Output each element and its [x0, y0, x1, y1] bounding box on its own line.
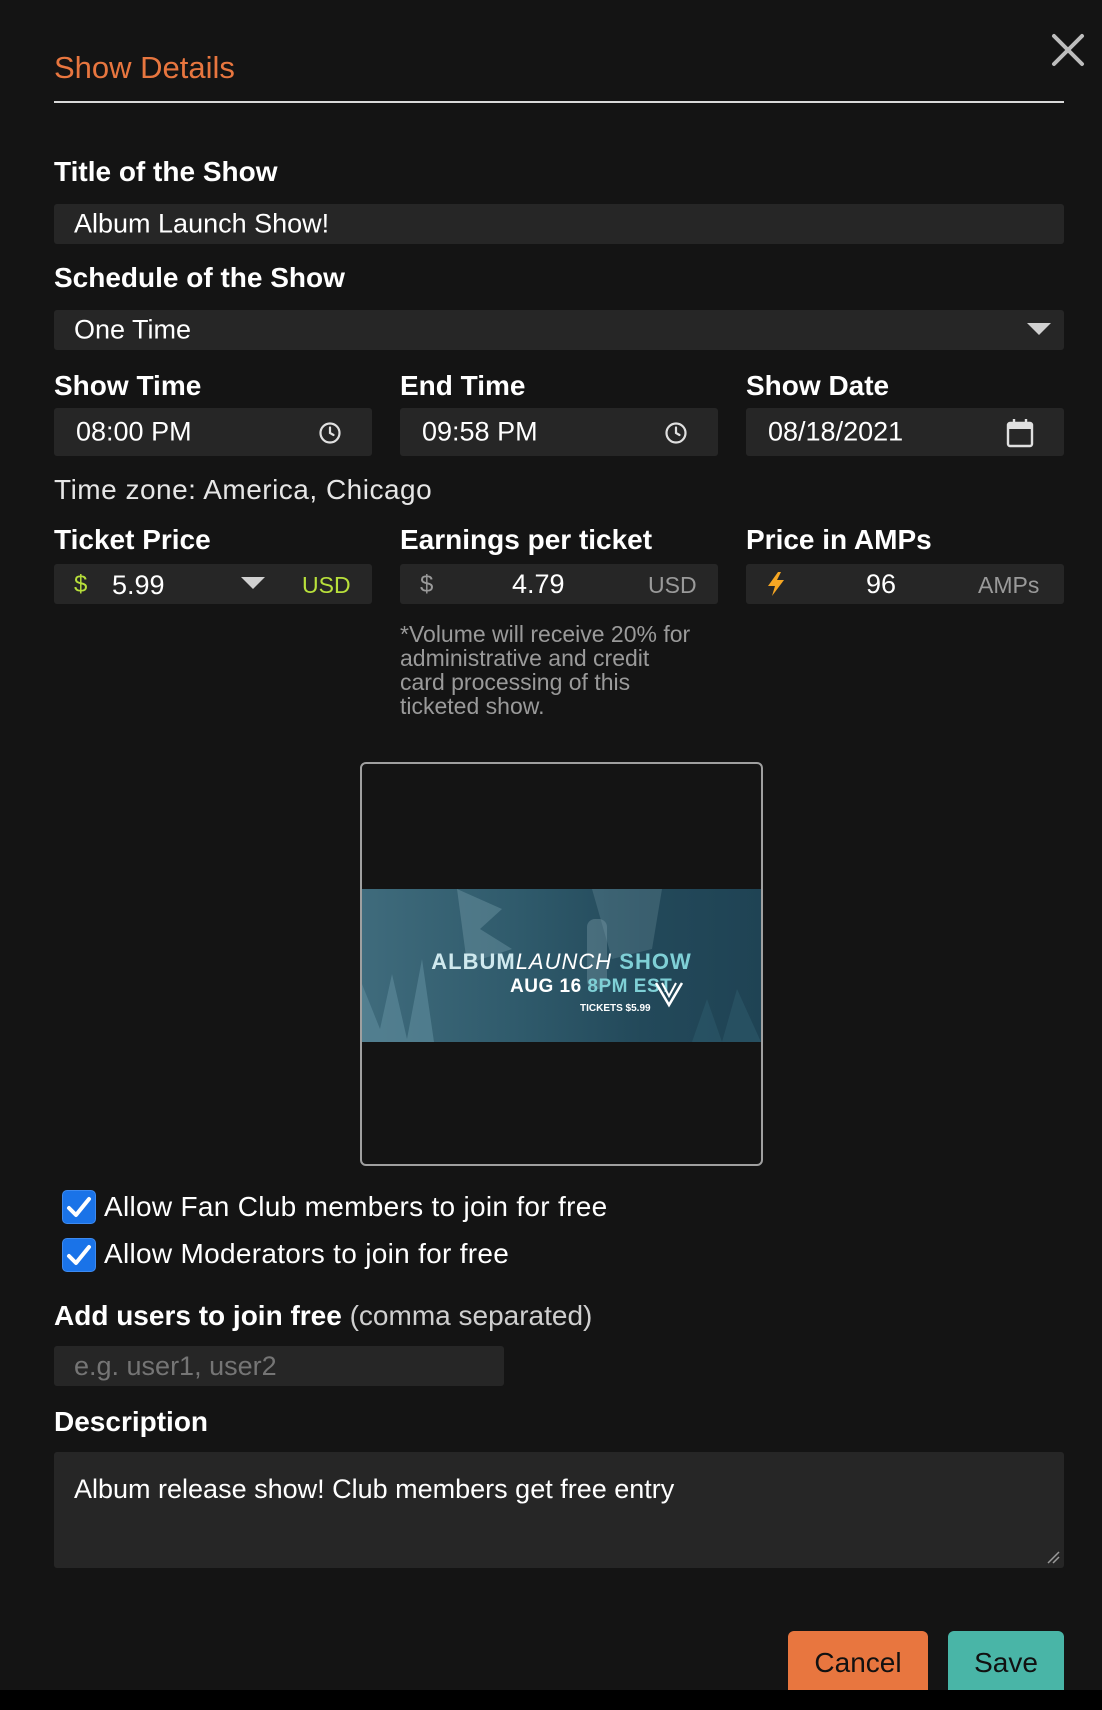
poster-date: AUG 16 8PM EST	[510, 976, 672, 998]
title-divider	[54, 101, 1064, 103]
moderators-checkbox-label[interactable]: Allow Moderators to join for free	[104, 1238, 509, 1270]
show-date-label: Show Date	[746, 370, 890, 401]
save-button[interactable]: Save	[948, 1631, 1064, 1690]
show-poster-image: ALBUMLAUNCH SHOW AUG 16 8PM EST TICKETS …	[362, 889, 761, 1042]
earnings-field: $ 4.79 USD	[400, 564, 718, 604]
poster-title-part3: SHOW	[619, 949, 692, 974]
schedule-select-value: One Time	[74, 314, 192, 345]
checkmark-icon	[67, 1245, 91, 1265]
free-users-label: Add users to join free (comma separated)	[54, 1300, 592, 1332]
clock-icon[interactable]	[318, 421, 342, 445]
ticket-price-value: 5.99	[112, 570, 165, 600]
show-time-label: Show Time	[54, 370, 202, 401]
title-label: Title of the Show	[54, 156, 278, 187]
earnings-currency-symbol: $	[420, 571, 434, 598]
poster-date-part1: AUG 16	[510, 976, 582, 997]
end-time-input[interactable]: 09:58 PM	[400, 408, 718, 456]
close-icon[interactable]	[1048, 30, 1088, 70]
caret-down-icon	[241, 577, 265, 589]
clock-icon[interactable]	[664, 421, 688, 445]
poster-title: ALBUMLAUNCH SHOW	[362, 949, 761, 975]
end-time-value: 09:58 PM	[422, 416, 538, 447]
ticket-currency-code: USD	[302, 572, 351, 598]
show-details-modal: Show Details Title of the Show Album Lau…	[0, 0, 1102, 1690]
poster-title-part1: ALBUM	[431, 949, 516, 974]
ticket-price-select[interactable]: $ 5.99 USD	[54, 564, 372, 604]
checkmark-icon	[67, 1197, 91, 1217]
free-users-hint: (comma separated)	[349, 1300, 593, 1331]
show-time-input[interactable]: 08:00 PM	[54, 408, 372, 456]
description-value: Album release show! Club members get fre…	[74, 1474, 675, 1504]
amps-value: 96	[866, 569, 897, 599]
resize-handle-icon[interactable]	[1046, 1550, 1060, 1564]
earnings-currency-code: USD	[648, 572, 697, 598]
description-label: Description	[54, 1406, 209, 1437]
show-poster-upload[interactable]: ALBUMLAUNCH SHOW AUG 16 8PM EST TICKETS …	[360, 762, 763, 1166]
title-input-value: Album Launch Show!	[74, 208, 330, 239]
title-input[interactable]: Album Launch Show!	[54, 204, 1064, 244]
schedule-label: Schedule of the Show	[54, 262, 345, 293]
amps-field: 96 AMPs	[746, 564, 1064, 604]
description-textarea[interactable]: Album release show! Club members get fre…	[54, 1452, 1064, 1568]
calendar-icon[interactable]	[1006, 418, 1034, 448]
schedule-select[interactable]: One Time	[54, 310, 1064, 350]
caret-down-icon	[1027, 323, 1051, 335]
modal-title: Show Details	[54, 50, 235, 85]
poster-tickets: TICKETS $5.99	[580, 1003, 651, 1014]
poster-title-part2: LAUNCH	[515, 949, 613, 974]
earnings-label: Earnings per ticket	[400, 524, 653, 555]
show-date-value: 08/18/2021	[768, 416, 904, 447]
bottom-bar	[0, 1690, 1102, 1710]
moderators-checkbox[interactable]	[62, 1238, 96, 1272]
fan-club-checkbox[interactable]	[62, 1190, 96, 1224]
bolt-icon	[768, 572, 784, 596]
ticket-currency-symbol: $	[74, 571, 88, 598]
fan-club-checkbox-label[interactable]: Allow Fan Club members to join for free	[104, 1191, 607, 1223]
free-users-label-text: Add users to join free	[54, 1300, 342, 1331]
free-users-input[interactable]	[54, 1346, 504, 1386]
amps-label: Price in AMPs	[746, 524, 932, 555]
earnings-value: 4.79	[512, 569, 565, 599]
show-time-value: 08:00 PM	[76, 416, 192, 447]
end-time-label: End Time	[400, 370, 526, 401]
show-date-input[interactable]: 08/18/2021	[746, 408, 1064, 456]
ticket-price-label: Ticket Price	[54, 524, 211, 555]
volume-logo-icon	[654, 982, 684, 1008]
fee-note: *Volume will receive 20% for administrat…	[400, 621, 691, 719]
cancel-button[interactable]: Cancel	[788, 1631, 928, 1690]
amps-unit: AMPs	[978, 572, 1040, 598]
timezone-text: Time zone: America, Chicago	[54, 474, 433, 505]
